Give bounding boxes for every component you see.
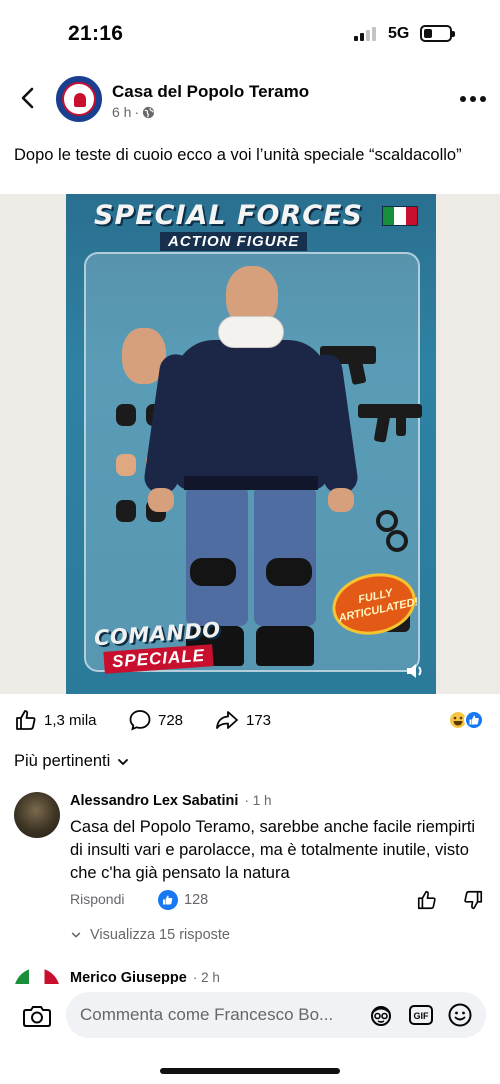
rifle-grip	[396, 414, 406, 436]
home-indicator	[160, 1068, 340, 1074]
more-options-button[interactable]	[460, 96, 486, 104]
package-title: SPECIAL FORCES	[94, 200, 363, 231]
comment-time: · 1 h	[244, 793, 272, 808]
clock: 21:16	[68, 22, 124, 45]
emoji-icon	[448, 1003, 472, 1027]
post-caption: Dopo le teste di cuoio ecco a voi l’unit…	[14, 146, 462, 164]
comment-likes: 128	[184, 892, 209, 908]
share-icon	[216, 711, 238, 729]
comment-time: · 2 h	[192, 970, 220, 985]
reaction-bar: 1,3 mila 728 173	[0, 706, 500, 736]
comment-count: 728	[158, 711, 184, 729]
figure-jacket	[174, 340, 328, 490]
handcuffs	[376, 510, 398, 532]
comment-sort-button[interactable]: Più pertinenti	[14, 752, 130, 771]
comment-icon	[129, 710, 151, 731]
boot	[256, 626, 314, 666]
knee-pad	[190, 558, 236, 586]
comment-button[interactable]: 728	[128, 708, 183, 732]
comment-time-value: 2 h	[201, 970, 220, 985]
package-subtitle: ACTION FIGURE	[160, 232, 308, 251]
comment-actions: Rispondi 128	[70, 890, 486, 912]
like-count: 1,3 mila	[44, 711, 97, 729]
reply-button[interactable]: Rispondi	[70, 891, 124, 907]
italian-flag	[382, 206, 418, 226]
like-reaction-icon	[464, 710, 484, 730]
comment-composer: GIF	[0, 984, 500, 1084]
page-name[interactable]: Casa del Popolo Teramo	[112, 82, 309, 102]
rifle	[358, 404, 422, 418]
globe-icon	[143, 106, 155, 118]
comment-author[interactable]: Alessandro Lex Sabatini · 1 h	[70, 793, 271, 809]
handcuffs	[386, 530, 408, 552]
status-bar: 21:16 5G	[0, 0, 500, 64]
comment-text: Casa del Popolo Teramo, sarebbe anche fa…	[70, 818, 476, 882]
avatar-sticker-icon	[371, 1006, 391, 1026]
view-replies-label: Visualizza 15 risposte	[90, 927, 230, 943]
network-type: 5G	[388, 25, 410, 42]
author-name: Alessandro Lex Sabatini	[70, 793, 239, 809]
svg-text:GIF: GIF	[414, 1011, 430, 1021]
chevron-down-icon	[118, 758, 129, 765]
upvote-button[interactable]	[416, 889, 438, 911]
figure-leg	[254, 486, 316, 626]
signal-icon	[354, 27, 380, 41]
chevron-left-icon	[21, 87, 34, 109]
action-figure-package: SPECIAL FORCES ACTION FIGURE FULLY ARTIC…	[66, 194, 436, 694]
reaction-summary[interactable]	[448, 710, 488, 732]
figure-fist	[328, 488, 354, 512]
thumbs-down-icon	[464, 890, 483, 910]
glove	[116, 500, 136, 522]
emoji-button[interactable]	[447, 1002, 473, 1028]
share-button[interactable]: 173	[214, 708, 271, 732]
back-button[interactable]	[14, 84, 42, 112]
downvote-button[interactable]	[462, 889, 484, 911]
hand	[116, 454, 136, 476]
thumbs-up-icon	[417, 890, 436, 910]
gif-button[interactable]: GIF	[408, 1002, 434, 1028]
separator-dot: ·	[134, 104, 140, 120]
camera-button[interactable]	[22, 1002, 52, 1030]
sort-label: Più pertinenti	[14, 752, 111, 770]
thumbs-up-icon	[16, 710, 36, 730]
figure-leg	[186, 486, 248, 626]
avatar-sticker-button[interactable]	[368, 1002, 394, 1028]
neck-brace	[218, 316, 284, 348]
like-button[interactable]: 1,3 mila	[14, 708, 97, 732]
post-header: Casa del Popolo Teramo 6 h ·	[0, 70, 500, 134]
comment-time-value: 1 h	[252, 793, 272, 808]
comment-like-count[interactable]: 128	[158, 890, 208, 910]
avatar[interactable]	[14, 792, 60, 838]
figure-belt	[184, 476, 318, 490]
view-replies-button[interactable]: Visualizza 15 risposte	[70, 927, 230, 943]
battery-icon	[420, 25, 455, 42]
chevron-down-icon	[71, 932, 81, 938]
like-reaction-icon	[158, 890, 178, 910]
speaker-icon	[407, 664, 422, 678]
post-image[interactable]: SPECIAL FORCES ACTION FIGURE FULLY ARTIC…	[0, 194, 500, 694]
glove	[116, 404, 136, 426]
gif-icon: GIF	[409, 1005, 433, 1025]
post-meta: 6 h ·	[112, 104, 155, 120]
post-time: 6 h	[112, 104, 132, 120]
page-avatar[interactable]	[56, 76, 102, 122]
knee-pad	[266, 558, 312, 586]
camera-icon	[23, 1006, 51, 1027]
sound-button[interactable]	[404, 660, 426, 682]
share-count: 173	[246, 711, 272, 729]
figure-fist	[148, 488, 174, 512]
